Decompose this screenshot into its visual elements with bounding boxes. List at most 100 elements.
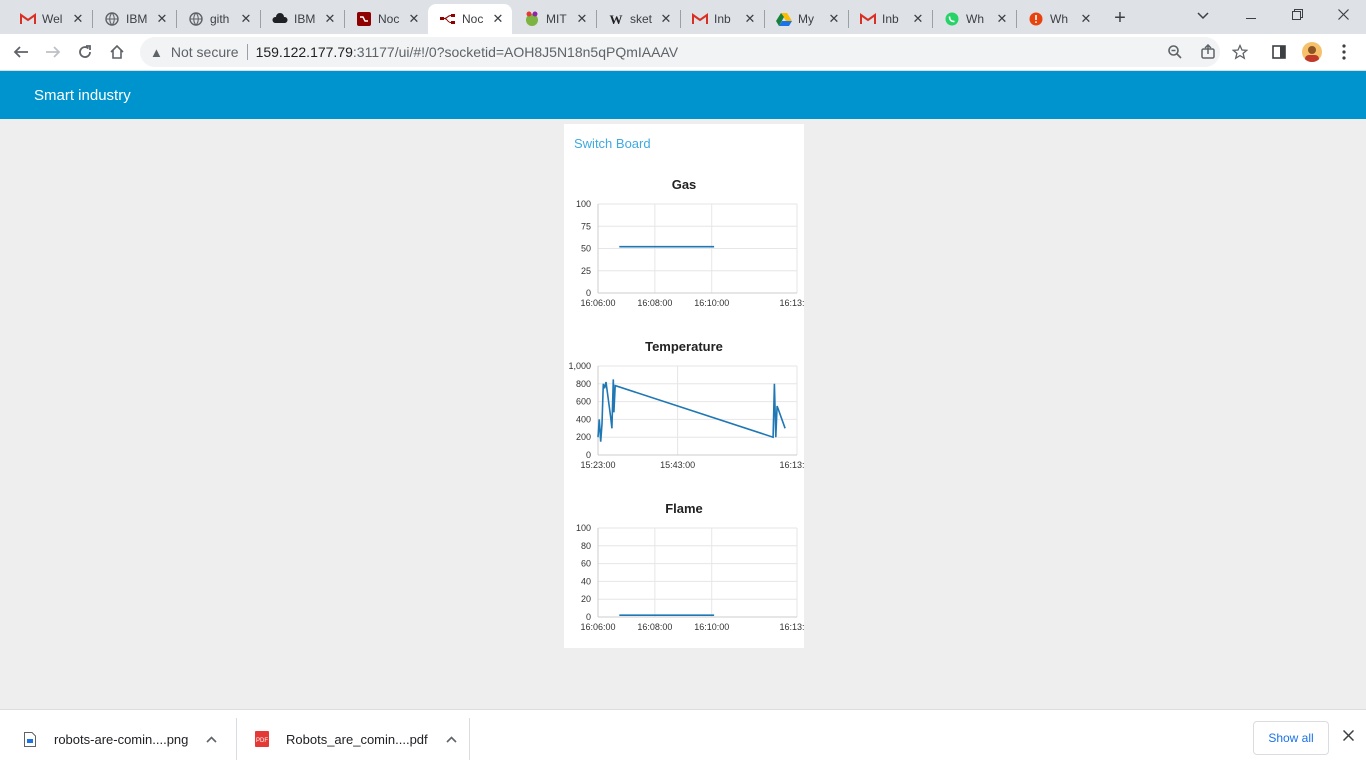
bookmark-star-icon[interactable]	[1227, 39, 1253, 65]
close-tab-icon[interactable]: ✕	[742, 11, 758, 27]
close-tab-icon[interactable]: ✕	[658, 11, 674, 27]
tab-label: Wh	[1050, 12, 1068, 26]
x-tick-label: 16:06:00	[580, 298, 615, 308]
close-tab-icon[interactable]: ✕	[238, 11, 254, 27]
temperature-chart-title: Temperature	[645, 339, 723, 354]
close-tab-icon[interactable]: ✕	[70, 11, 86, 27]
download-separator	[469, 718, 470, 760]
browser-tab[interactable]: Noc ✕	[428, 4, 512, 34]
x-tick-label: 16:08:00	[637, 622, 672, 632]
group-title: Switch Board	[574, 136, 651, 151]
tab-label: Inb	[882, 12, 899, 26]
download-item[interactable]: robots-are-comin....png	[22, 710, 217, 768]
close-tab-icon[interactable]: ✕	[406, 11, 422, 27]
tab-label: IBM	[294, 12, 316, 26]
home-icon	[110, 44, 124, 59]
x-tick-label: 16:13:00	[779, 622, 804, 632]
x-tick-label: 16:10:00	[694, 622, 729, 632]
close-tab-icon[interactable]: ✕	[826, 11, 842, 27]
close-tab-icon[interactable]: ✕	[910, 11, 926, 27]
browser-tab[interactable]: Inb ✕	[848, 4, 932, 34]
chevron-up-icon[interactable]	[446, 732, 457, 746]
x-tick-label: 16:10:00	[694, 298, 729, 308]
chevron-up-icon[interactable]	[206, 732, 217, 746]
home-button[interactable]	[104, 39, 130, 65]
restore-button[interactable]	[1274, 0, 1320, 30]
browser-toolbar: ▲ Not secure 159.122.177.79:31177/ui/#!/…	[0, 34, 1366, 71]
browser-tab[interactable]: MIT ✕	[512, 4, 596, 34]
download-filename: robots-are-comin....png	[54, 731, 189, 747]
profile-avatar[interactable]	[1302, 42, 1322, 62]
close-tab-icon[interactable]: ✕	[154, 11, 170, 27]
security-label[interactable]: Not secure	[171, 44, 239, 60]
download-item[interactable]: PDF Robots_are_comin....pdf	[254, 710, 457, 768]
y-tick-label: 1,000	[568, 361, 591, 371]
new-tab-button[interactable]: +	[1108, 7, 1132, 31]
tab-separator	[1016, 10, 1017, 28]
close-shelf-icon[interactable]	[1338, 727, 1358, 747]
download-filename: Robots_are_comin....pdf	[286, 731, 428, 747]
y-tick-label: 400	[576, 414, 591, 424]
browser-tab[interactable]: IBM ✕	[260, 4, 344, 34]
globe-icon	[104, 11, 120, 27]
node-red-icon	[356, 11, 372, 27]
close-tab-icon[interactable]: ✕	[574, 11, 590, 27]
browser-tab[interactable]: gith ✕	[176, 4, 260, 34]
browser-tab[interactable]: Wh ✕	[932, 4, 1016, 34]
browser-tab[interactable]: IBM ✕	[92, 4, 176, 34]
pdf-icon: PDF	[254, 730, 270, 748]
wikipedia-icon: W	[608, 11, 624, 27]
tab-separator	[932, 10, 933, 28]
side-panel-icon[interactable]	[1266, 39, 1292, 65]
google-drive-icon	[776, 11, 792, 27]
gmail-icon	[20, 11, 36, 27]
close-tab-icon[interactable]: ✕	[994, 11, 1010, 27]
globe-icon	[188, 11, 204, 27]
tab-separator	[764, 10, 765, 28]
close-window-button[interactable]	[1320, 0, 1366, 30]
url-host: 159.122.177.79	[255, 44, 353, 60]
tab-separator	[848, 10, 849, 28]
tab-label: Wel	[42, 12, 63, 26]
address-divider	[246, 44, 248, 60]
y-tick-label: 800	[576, 379, 591, 389]
browser-tab[interactable]: Noc ✕	[344, 4, 428, 34]
browser-tab[interactable]: Wh ✕	[1016, 4, 1100, 34]
tab-separator	[92, 10, 93, 28]
svg-text:PDF: PDF	[256, 738, 268, 744]
y-tick-label: 60	[581, 559, 591, 569]
browser-tab-strip: + Wel ✕ IBM ✕ gith ✕ IBM ✕ Noc ✕ Noc ✕ MIT ✕ Wsket ✕ Inb…	[0, 0, 1366, 34]
gas-chart: 0 25 50 75 100 16:06:00 16:08:00 16:10:00 16:13:…	[576, 199, 804, 308]
warning-icon: ▲	[150, 44, 163, 60]
flame-chart-title: Flame	[665, 501, 703, 516]
browser-tab[interactable]: Wsket ✕	[596, 4, 680, 34]
close-tab-icon[interactable]: ✕	[322, 11, 338, 27]
tab-search-icon[interactable]	[1180, 0, 1226, 30]
back-arrow-icon	[13, 46, 28, 58]
close-tab-icon[interactable]: ✕	[1078, 11, 1094, 27]
show-all-button[interactable]: Show all	[1253, 721, 1329, 755]
y-tick-label: 40	[581, 576, 591, 586]
tab-separator	[344, 10, 345, 28]
tab-label: Wh	[966, 12, 984, 26]
dashboard-group-card: Switch Board Gas 0 25 50 75 100 16:06:00 16:08…	[564, 124, 804, 648]
minimize-button[interactable]	[1228, 0, 1274, 30]
back-button[interactable]	[8, 39, 34, 65]
browser-tab[interactable]: Wel ✕	[8, 4, 92, 34]
forward-button[interactable]	[40, 39, 66, 65]
y-tick-label: 100	[576, 523, 591, 533]
alert-icon	[1028, 11, 1044, 27]
reload-button[interactable]	[72, 39, 98, 65]
browser-tab[interactable]: My ✕	[764, 4, 848, 34]
close-tab-icon[interactable]: ✕	[490, 11, 506, 27]
y-tick-label: 25	[581, 266, 591, 276]
tab-separator	[260, 10, 261, 28]
file-image-icon	[22, 730, 38, 748]
x-tick-label: 16:06:00	[580, 622, 615, 632]
download-shelf: robots-are-comin....png PDF Robots_are_c…	[0, 709, 1366, 768]
share-icon[interactable]	[1195, 39, 1221, 65]
browser-tab[interactable]: Inb ✕	[680, 4, 764, 34]
address-bar[interactable]: ▲ Not secure 159.122.177.79:31177/ui/#!/…	[140, 37, 1220, 67]
zoom-icon[interactable]	[1162, 39, 1188, 65]
menu-kebab-icon[interactable]	[1331, 39, 1357, 65]
